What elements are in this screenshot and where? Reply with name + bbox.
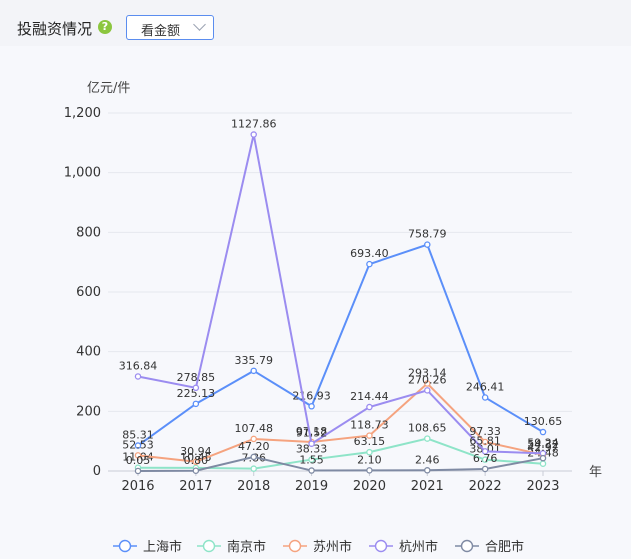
data-label: 0.80 [184,454,209,467]
data-point [366,403,373,411]
data-point [481,394,489,401]
y-tick-label: 600 [76,285,101,300]
data-point [366,432,373,439]
legend-label: 上海市 [143,539,182,555]
line-chart: 0 200 400 600 800 1,000 1,200 亿元/件年 2016 2017 2018… [64,81,602,555]
data-label: 335.79 [234,354,273,367]
data-point [424,241,431,248]
data-point [134,467,142,475]
x-tick-label: 2017 [179,479,212,494]
data-point [308,467,315,474]
data-point [366,260,373,268]
legend-marker-icon [374,539,388,553]
data-point [250,465,257,472]
series-line-1 [137,243,544,447]
data-point [192,400,200,408]
data-label: 52.53 [122,438,154,451]
legend-marker-icon [460,539,474,553]
data-point [250,131,257,138]
y-tick-label: 800 [76,225,101,240]
data-label: 118.73 [350,419,389,432]
data-label: 2.46 [415,453,440,466]
legend-marker-icon [202,539,216,553]
y-tick-label: 0 [93,464,101,479]
y-tick-label: 200 [76,404,101,419]
data-point [134,373,142,380]
legend-label: 杭州市 [399,539,438,555]
x-tick-label: 2021 [411,479,444,494]
legend-label: 南京市 [227,539,266,555]
data-point [539,428,547,436]
y-unit-label: 亿元/件 [87,81,130,96]
data-label: 0.05 [126,454,151,467]
data-label: 278.85 [177,371,216,384]
x-tick-label: 2016 [121,479,154,494]
data-label: 270.26 [408,373,447,386]
data-point [424,387,431,394]
x-tick-label: 2023 [526,479,559,494]
data-label: 65.81 [469,434,501,447]
data-point [250,367,257,375]
x-tick-label: 2019 [295,479,328,494]
data-label: 758.79 [408,228,447,241]
series-line-4 [137,134,544,455]
data-label: 1127.86 [231,118,277,131]
data-label: 1.55 [299,454,324,467]
data-label: 108.65 [408,422,447,435]
x-unit-label: 年 [589,465,602,480]
data-label: 47.20 [238,440,270,453]
data-label: 693.40 [350,247,389,260]
y-tick-label: 1,000 [64,166,101,181]
data-point [366,467,373,474]
data-label: 246.41 [466,380,505,393]
data-point [192,467,200,475]
data-label: 107.48 [234,422,273,435]
data-point [539,454,547,462]
legend-label: 苏州市 [313,539,352,555]
data-label: 130.65 [524,415,563,428]
data-label: 316.84 [119,359,158,372]
data-label: 214.44 [350,390,389,403]
data-label: 2.10 [357,453,382,466]
data-label: 216.93 [292,389,331,402]
data-label: 42.97 [527,441,559,454]
legend-marker-icon [118,539,132,553]
data-point [250,453,257,461]
legend-marker-icon [288,539,302,553]
y-tick-label: 400 [76,345,101,360]
y-tick-label: 1,200 [64,106,101,121]
data-point [192,384,200,392]
x-tick-label: 2018 [237,479,270,494]
data-point [424,467,431,474]
data-label: 6.76 [473,452,498,465]
x-tick-label: 2020 [353,479,386,494]
data-point [481,465,489,473]
legend-label: 合肥市 [485,539,524,555]
data-point [539,460,547,467]
x-tick-label: 2022 [469,479,502,494]
data-label: 91.52 [296,427,328,440]
data-point [424,435,431,442]
data-point [308,403,315,410]
data-point [308,440,315,447]
